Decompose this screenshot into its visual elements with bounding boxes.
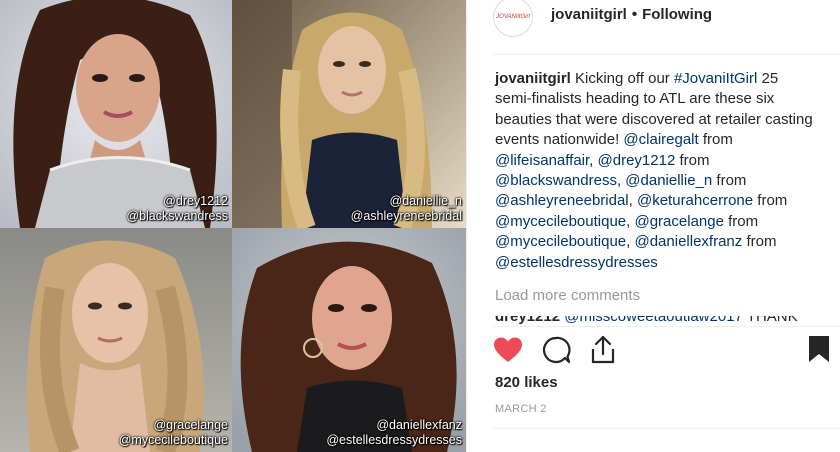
photo-4-tag-retailer: @estellesdressydresses — [326, 433, 462, 447]
post-date[interactable]: MARCH 2 — [495, 403, 547, 415]
caption-username[interactable]: jovaniitgirl — [495, 70, 571, 87]
comment-icon[interactable] — [541, 336, 571, 364]
mention-link[interactable]: @mycecileboutique — [495, 213, 626, 230]
partial-comment: drey1212 @misscoweetaoutlaw2017 THANK — [495, 316, 815, 325]
caption-text: , — [628, 192, 637, 210]
post-sidebar: JOVANIitGirl jovaniitgirl • Following jova… — [466, 0, 840, 452]
photo-3-tag-model: @gracelange — [153, 418, 228, 432]
mention-link[interactable]: @daniellexfranz — [634, 233, 742, 250]
post-header: JOVANIitGirl jovaniitgirl • Following — [493, 0, 712, 40]
mention-link[interactable]: @drey1212 — [598, 152, 676, 169]
caption-text: from — [742, 233, 777, 251]
mention-link[interactable]: @misscoweetaoutlaw2017 — [564, 316, 743, 325]
mention-link[interactable]: @lifeisanaffair — [495, 152, 589, 169]
photo-1-tag-retailer: @blackswandress — [126, 209, 228, 223]
action-bar — [493, 332, 833, 366]
header-username-row: jovaniitgirl • Following — [551, 6, 712, 23]
caption-text: from — [698, 131, 733, 149]
mention-link[interactable]: @daniellie_n — [625, 172, 712, 189]
mention-link[interactable]: @clairegalt — [623, 131, 698, 148]
photo-4-tag-model: @daniellexfanz — [376, 418, 462, 432]
avatar-logo-text: JOVANIitGirl — [496, 14, 530, 20]
post-caption: jovaniitgirl Kicking off our #JovaniItGi… — [495, 69, 815, 273]
mention-link[interactable]: @gracelange — [634, 213, 723, 230]
mention-link[interactable]: @keturahcerrone — [637, 192, 753, 209]
mention-link[interactable]: @blackswandress — [495, 172, 617, 189]
caption-text: from — [753, 192, 788, 210]
bookmark-icon[interactable] — [807, 334, 831, 364]
caption-text: from — [712, 172, 747, 190]
caption-text: Kicking off our — [570, 70, 674, 87]
share-icon[interactable] — [589, 334, 617, 364]
photo-3-tag-retailer: @mycecileboutique — [118, 433, 228, 447]
header-separator: • — [631, 5, 638, 23]
header-username[interactable]: jovaniitgirl — [551, 6, 627, 23]
hashtag-link[interactable]: #JovaniItGirl — [674, 70, 757, 87]
load-more-comments-button[interactable]: Load more comments — [495, 287, 640, 304]
follow-button[interactable]: Following — [642, 6, 712, 23]
photo-2-tag-retailer: @ashleyreneebridal — [350, 209, 462, 223]
heart-icon[interactable] — [493, 336, 523, 364]
photo-1: @drey1212 @blackswandress — [0, 0, 232, 228]
mention-link[interactable]: @ashleyreneebridal — [495, 192, 629, 209]
avatar[interactable]: JOVANIitGirl — [493, 0, 533, 37]
photo-3: @gracelange @mycecileboutique — [0, 228, 232, 452]
photo-4: @daniellexfanz @estellesdressydresses — [232, 228, 466, 452]
caption-text: from — [723, 212, 759, 230]
mention-link[interactable]: @mycecileboutique — [495, 233, 626, 250]
caption-text: from — [675, 151, 710, 169]
comment-divider — [493, 428, 840, 429]
comment-username[interactable]: drey1212 — [495, 316, 560, 325]
likes-count[interactable]: 820 likes — [495, 374, 558, 391]
instagram-post: @drey1212 @blackswandress @daniellie_n @… — [0, 0, 840, 452]
caption-text: , — [589, 151, 598, 169]
mention-link[interactable]: @estellesdressydresses — [495, 254, 658, 271]
photo-2-tag-model: @daniellie_n — [389, 194, 462, 208]
actions-divider — [493, 326, 840, 327]
photo-2: @daniellie_n @ashleyreneebridal — [232, 0, 466, 228]
photo-1-tag-model: @drey1212 — [163, 194, 228, 208]
header-divider — [493, 54, 840, 55]
comment-text: THANK — [742, 316, 798, 325]
post-image-collage[interactable]: @drey1212 @blackswandress @daniellie_n @… — [0, 0, 466, 452]
